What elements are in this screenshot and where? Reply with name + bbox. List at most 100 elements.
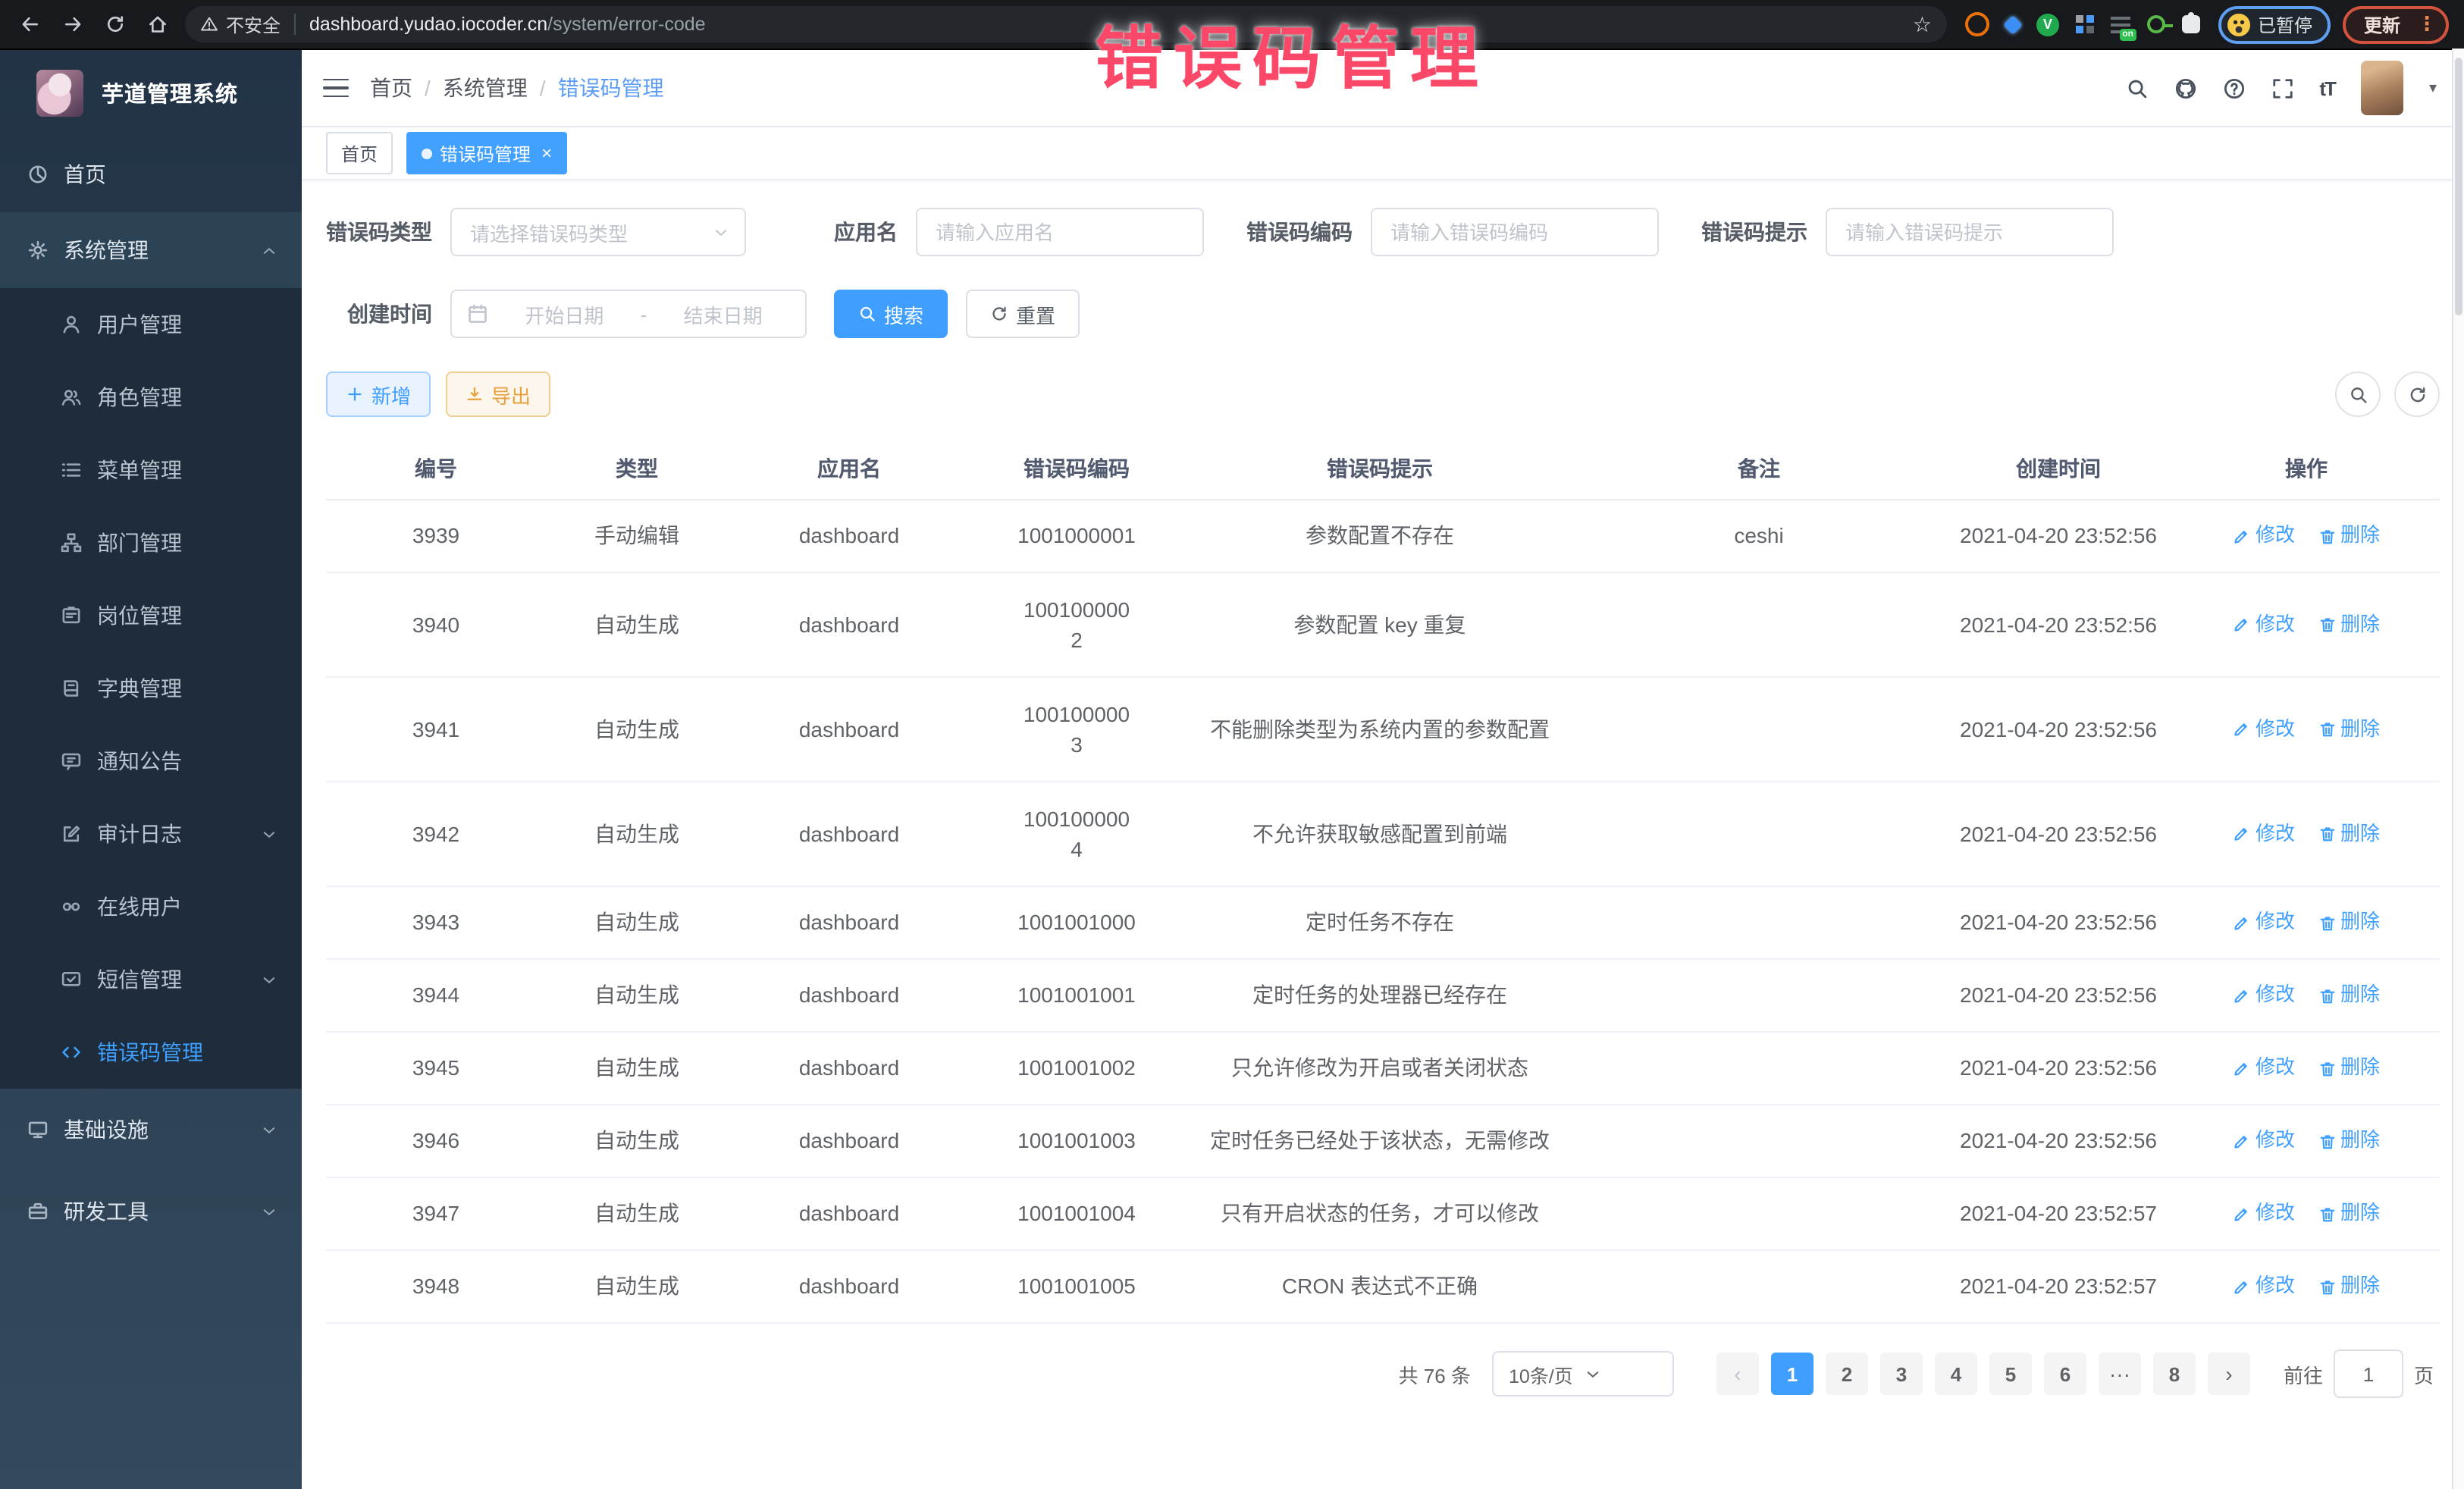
page-button-8[interactable]: 8 — [2153, 1353, 2196, 1395]
delete-label: 删除 — [2340, 1054, 2380, 1083]
edit-button[interactable]: 修改 — [2233, 522, 2295, 550]
browser-reload-icon[interactable] — [100, 9, 130, 39]
page-button-6[interactable]: 6 — [2044, 1353, 2086, 1395]
delete-button[interactable]: 删除 — [2318, 981, 2380, 1010]
page-button-5[interactable]: 5 — [1989, 1353, 2032, 1395]
edit-button[interactable]: 修改 — [2233, 1054, 2295, 1083]
sidebar-item-notice-announcement[interactable]: 通知公告 — [0, 725, 302, 798]
breadcrumb-item[interactable]: 系统管理 — [443, 73, 528, 103]
green-v-extension-icon[interactable]: V — [2036, 13, 2059, 36]
sidebar-item-dict-management[interactable]: 字典管理 — [0, 652, 302, 725]
blue-gem-extension-icon[interactable] — [2003, 14, 2022, 33]
prev-page-button[interactable]: ‹ — [1716, 1353, 1759, 1395]
grid-extension-icon[interactable] — [2076, 15, 2083, 23]
delete-button[interactable]: 删除 — [2318, 820, 2380, 848]
sidebar-item-home[interactable]: 首页 — [0, 136, 302, 212]
close-tab-icon[interactable]: × — [541, 143, 552, 164]
sidebar-item-post-management[interactable]: 岗位管理 — [0, 579, 302, 652]
edit-button[interactable]: 修改 — [2233, 981, 2295, 1010]
tab-error-code[interactable]: 错误码管理× — [406, 132, 567, 174]
breadcrumb-item[interactable]: 首页 — [370, 73, 412, 103]
sidebar-item-audit-log[interactable]: 审计日志 — [0, 798, 302, 870]
delete-button[interactable]: 删除 — [2318, 715, 2380, 744]
orange-ring-extension-icon[interactable] — [1965, 12, 1989, 36]
reset-button[interactable]: 重置 — [966, 290, 1080, 338]
caret-down-icon[interactable]: ▾ — [2429, 80, 2437, 96]
app-logo[interactable]: 芋道管理系统 — [0, 50, 302, 136]
bookmark-star-icon[interactable]: ☆ — [1913, 11, 1932, 37]
search-icon[interactable] — [2125, 77, 2148, 99]
page-button-1[interactable]: 1 — [1771, 1353, 1814, 1395]
search-button[interactable]: 搜索 — [834, 290, 948, 338]
delete-button[interactable]: 删除 — [2318, 522, 2380, 550]
sidebar-item-menu-management[interactable]: 菜单管理 — [0, 434, 302, 506]
sidebar-item-online-users[interactable]: 在线用户 — [0, 870, 302, 943]
tab-home[interactable]: 首页 — [326, 132, 393, 174]
user-avatar[interactable] — [2361, 61, 2403, 115]
toggle-search-button[interactable] — [2335, 371, 2381, 417]
font-size-icon[interactable]: tT — [2319, 77, 2335, 99]
error-type-select[interactable]: 请选择错误码类型 — [450, 208, 746, 256]
delete-label: 删除 — [2340, 1199, 2380, 1228]
refresh-table-button[interactable] — [2394, 371, 2440, 417]
page-button-2[interactable]: 2 — [1826, 1353, 1868, 1395]
page-button-3[interactable]: 3 — [1880, 1353, 1923, 1395]
edit-button[interactable]: 修改 — [2233, 1127, 2295, 1155]
goto-page-input[interactable] — [2334, 1350, 2403, 1398]
browser-forward-icon[interactable] — [58, 9, 88, 39]
export-button[interactable]: 导出 — [446, 371, 550, 417]
page-size-select[interactable]: 10条/页 — [1492, 1351, 1674, 1397]
delete-button[interactable]: 删除 — [2318, 1199, 2380, 1228]
users-icon — [61, 387, 82, 408]
edit-button[interactable]: 修改 — [2233, 1199, 2295, 1228]
cell-actions: 修改删除 — [2176, 522, 2437, 550]
delete-button[interactable]: 删除 — [2318, 1272, 2380, 1301]
create-time-range-picker[interactable]: 开始日期 - 结束日期 — [450, 290, 807, 338]
error-hint-input[interactable] — [1826, 208, 2114, 256]
sidebar-item-error-code-management[interactable]: 错误码管理 — [0, 1016, 302, 1089]
sidebar-item-dev-tools[interactable]: 研发工具 — [0, 1171, 302, 1252]
more-pages-button[interactable]: ··· — [2099, 1353, 2141, 1395]
cell-actions: 修改删除 — [2176, 715, 2437, 744]
sidebar-item-sms-management[interactable]: 短信管理 — [0, 943, 302, 1016]
sidebar-item-label: 错误码管理 — [97, 1037, 203, 1067]
delete-button[interactable]: 删除 — [2318, 1054, 2380, 1083]
total-count-label: 共 76 条 — [1399, 1359, 1471, 1388]
sidebar-item-dept-management[interactable]: 部门管理 — [0, 506, 302, 579]
sidebar-item-infrastructure[interactable]: 基础设施 — [0, 1089, 302, 1171]
browser-update-button[interactable]: 更新 ⋮ — [2343, 5, 2449, 43]
cell-time: 2021-04-20 23:52:56 — [1941, 1126, 2176, 1157]
address-bar[interactable]: 不安全 dashboard.yudao.iocoder.cn /system/e… — [185, 6, 1947, 42]
help-icon[interactable] — [2222, 77, 2245, 99]
edit-button[interactable]: 修改 — [2233, 610, 2295, 639]
github-icon[interactable] — [2174, 77, 2196, 99]
browser-back-icon[interactable] — [15, 9, 45, 39]
edit-button[interactable]: 修改 — [2233, 820, 2295, 848]
edit-button[interactable]: 修改 — [2233, 1272, 2295, 1301]
edit-button[interactable]: 修改 — [2233, 715, 2295, 744]
sidebar-toggle-icon[interactable] — [323, 78, 349, 98]
fullscreen-icon[interactable] — [2271, 77, 2293, 99]
page-scrollbar[interactable] — [2452, 49, 2464, 1489]
cell-hint: 参数配置 key 重复 — [1183, 610, 1577, 641]
app-name-input[interactable] — [916, 208, 1204, 256]
profile-paused-badge[interactable]: 已暂停 — [2218, 5, 2331, 43]
green-key-extension-icon[interactable] — [2147, 15, 2165, 33]
browser-menu-icon[interactable]: ⋮ — [2417, 12, 2437, 36]
edit-button[interactable]: 修改 — [2233, 908, 2295, 937]
browser-home-icon[interactable] — [143, 9, 173, 39]
puzzle-extensions-icon[interactable] — [2182, 15, 2200, 33]
emoji-face-icon — [2227, 13, 2250, 36]
list-on-extension-icon[interactable]: on — [2111, 16, 2130, 33]
cell-type: 自动生成 — [546, 714, 728, 745]
sidebar-item-role-management[interactable]: 角色管理 — [0, 361, 302, 434]
delete-button[interactable]: 删除 — [2318, 1127, 2380, 1155]
sidebar-item-system-management[interactable]: 系统管理 — [0, 212, 302, 288]
sidebar-item-user-management[interactable]: 用户管理 — [0, 288, 302, 361]
delete-button[interactable]: 删除 — [2318, 610, 2380, 639]
error-code-input[interactable] — [1371, 208, 1659, 256]
delete-button[interactable]: 删除 — [2318, 908, 2380, 937]
next-page-button[interactable]: › — [2208, 1353, 2250, 1395]
add-button[interactable]: 新增 — [326, 371, 431, 417]
page-button-4[interactable]: 4 — [1935, 1353, 1977, 1395]
